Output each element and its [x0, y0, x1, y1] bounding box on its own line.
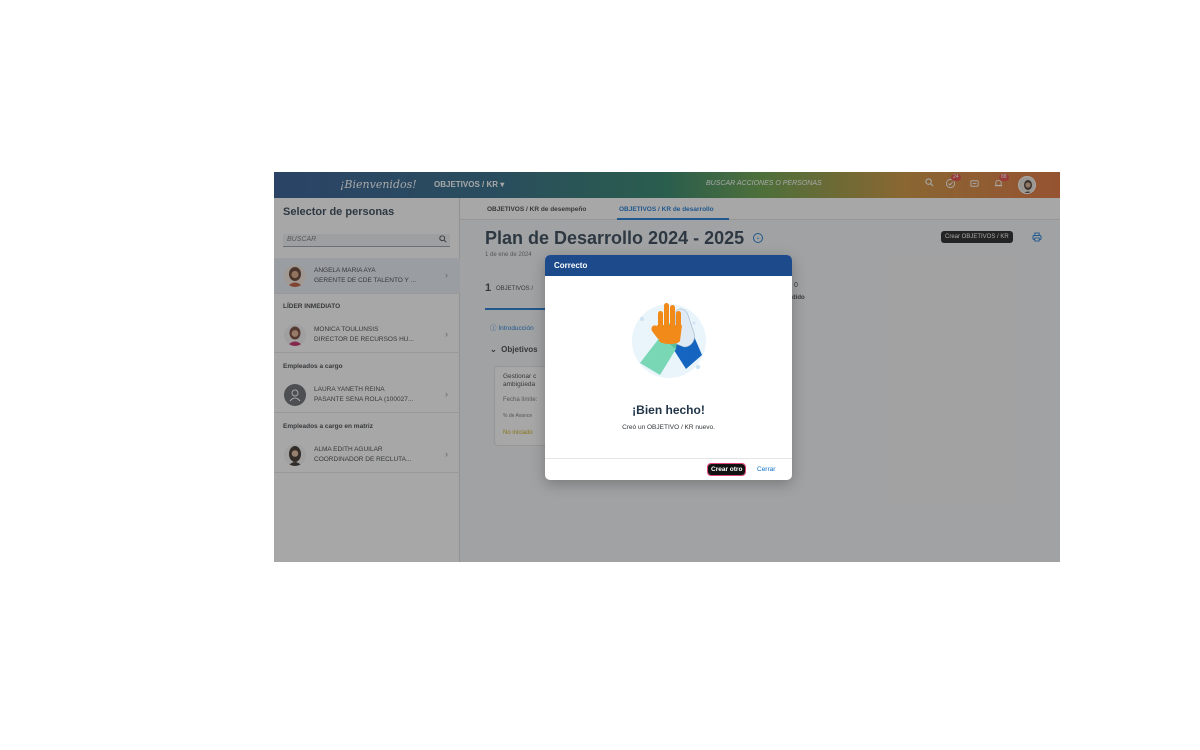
dialog-footer: Crear otro Cerrar	[545, 458, 792, 480]
create-another-button[interactable]: Crear otro	[706, 463, 747, 476]
dialog-header: Correcto	[545, 255, 792, 276]
dialog-heading: ¡Bien hecho!	[632, 403, 705, 417]
close-button[interactable]: Cerrar	[757, 466, 775, 473]
dialog-message: Creó un OBJETIVO / KR nuevo.	[622, 424, 715, 431]
app-window: ¡Bienvenidos! OBJETIVOS / KR ▾ BUSCAR AC…	[274, 172, 1060, 562]
success-dialog: Correcto ¡Bien hecho! Creó un OBJETIVO /…	[545, 255, 792, 480]
high-five-illustration	[624, 289, 714, 389]
dialog-title: Correcto	[554, 261, 588, 270]
